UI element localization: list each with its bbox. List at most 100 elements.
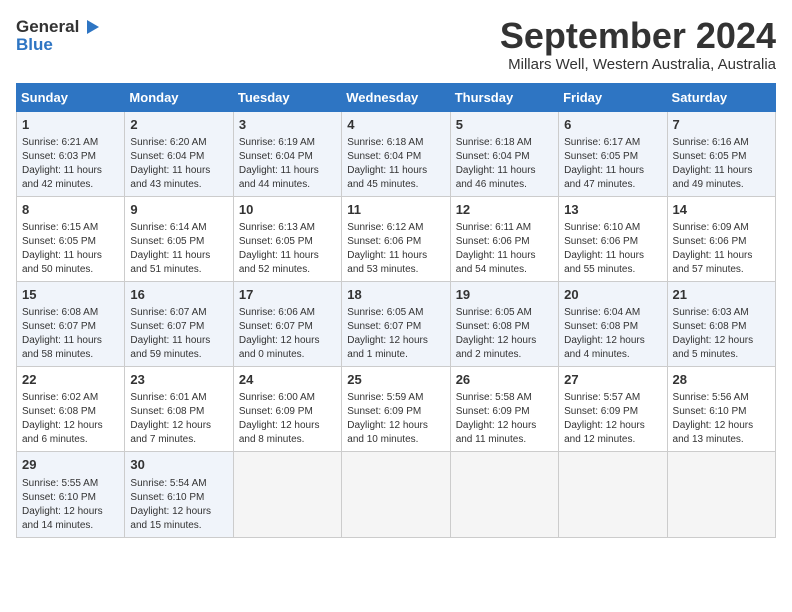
calendar-cell: 20 Sunrise: 6:04 AM Sunset: 6:08 PM Dayl… xyxy=(559,281,667,366)
day-number: 20 xyxy=(564,286,661,304)
day-number: 22 xyxy=(22,371,119,389)
calendar-cell xyxy=(342,452,450,537)
day-sunrise: Sunrise: 6:11 AM xyxy=(456,221,553,235)
day-daylight: Daylight: 12 hours and 1 minute. xyxy=(347,334,444,362)
day-daylight: Daylight: 11 hours and 52 minutes. xyxy=(239,249,336,277)
calendar-cell: 23 Sunrise: 6:01 AM Sunset: 6:08 PM Dayl… xyxy=(125,367,233,452)
day-number: 13 xyxy=(564,201,661,219)
day-number: 21 xyxy=(673,286,770,304)
day-sunrise: Sunrise: 6:07 AM xyxy=(130,306,227,320)
day-sunset: Sunset: 6:10 PM xyxy=(130,491,227,505)
day-sunrise: Sunrise: 6:13 AM xyxy=(239,221,336,235)
day-header-tuesday: Tuesday xyxy=(233,83,341,111)
day-daylight: Daylight: 11 hours and 47 minutes. xyxy=(564,164,661,192)
calendar-cell xyxy=(233,452,341,537)
day-number: 18 xyxy=(347,286,444,304)
day-daylight: Daylight: 12 hours and 12 minutes. xyxy=(564,419,661,447)
day-sunset: Sunset: 6:06 PM xyxy=(564,235,661,249)
day-sunrise: Sunrise: 5:59 AM xyxy=(347,391,444,405)
day-sunrise: Sunrise: 6:17 AM xyxy=(564,136,661,150)
day-sunrise: Sunrise: 6:05 AM xyxy=(456,306,553,320)
calendar-cell: 26 Sunrise: 5:58 AM Sunset: 6:09 PM Dayl… xyxy=(450,367,558,452)
day-daylight: Daylight: 12 hours and 6 minutes. xyxy=(22,419,119,447)
day-daylight: Daylight: 11 hours and 45 minutes. xyxy=(347,164,444,192)
day-sunset: Sunset: 6:06 PM xyxy=(456,235,553,249)
day-number: 27 xyxy=(564,371,661,389)
calendar-cell: 28 Sunrise: 5:56 AM Sunset: 6:10 PM Dayl… xyxy=(667,367,775,452)
calendar-cell xyxy=(559,452,667,537)
calendar-cell: 12 Sunrise: 6:11 AM Sunset: 6:06 PM Dayl… xyxy=(450,196,558,281)
calendar-cell: 21 Sunrise: 6:03 AM Sunset: 6:08 PM Dayl… xyxy=(667,281,775,366)
day-sunrise: Sunrise: 6:12 AM xyxy=(347,221,444,235)
day-sunset: Sunset: 6:03 PM xyxy=(22,150,119,164)
day-sunrise: Sunrise: 6:19 AM xyxy=(239,136,336,150)
page-container: General Blue September 2024 Millars Well… xyxy=(16,16,776,538)
day-sunrise: Sunrise: 6:00 AM xyxy=(239,391,336,405)
day-number: 10 xyxy=(239,201,336,219)
calendar-cell: 22 Sunrise: 6:02 AM Sunset: 6:08 PM Dayl… xyxy=(17,367,125,452)
calendar-cell: 13 Sunrise: 6:10 AM Sunset: 6:06 PM Dayl… xyxy=(559,196,667,281)
day-number: 14 xyxy=(673,201,770,219)
calendar-cell xyxy=(450,452,558,537)
calendar-cell: 2 Sunrise: 6:20 AM Sunset: 6:04 PM Dayli… xyxy=(125,111,233,196)
day-daylight: Daylight: 12 hours and 15 minutes. xyxy=(130,505,227,533)
day-sunset: Sunset: 6:05 PM xyxy=(130,235,227,249)
day-sunset: Sunset: 6:09 PM xyxy=(239,405,336,419)
day-sunset: Sunset: 6:04 PM xyxy=(130,150,227,164)
day-daylight: Daylight: 11 hours and 59 minutes. xyxy=(130,334,227,362)
calendar-cell: 27 Sunrise: 5:57 AM Sunset: 6:09 PM Dayl… xyxy=(559,367,667,452)
day-daylight: Daylight: 11 hours and 53 minutes. xyxy=(347,249,444,277)
calendar-cell: 25 Sunrise: 5:59 AM Sunset: 6:09 PM Dayl… xyxy=(342,367,450,452)
logo-blue: Blue xyxy=(16,36,103,55)
day-number: 12 xyxy=(456,201,553,219)
day-sunrise: Sunrise: 5:57 AM xyxy=(564,391,661,405)
calendar-week-row: 1 Sunrise: 6:21 AM Sunset: 6:03 PM Dayli… xyxy=(17,111,776,196)
day-sunrise: Sunrise: 5:54 AM xyxy=(130,477,227,491)
calendar-table: SundayMondayTuesdayWednesdayThursdayFrid… xyxy=(16,83,776,538)
day-daylight: Daylight: 11 hours and 57 minutes. xyxy=(673,249,770,277)
day-sunrise: Sunrise: 5:58 AM xyxy=(456,391,553,405)
day-sunset: Sunset: 6:04 PM xyxy=(347,150,444,164)
day-sunset: Sunset: 6:09 PM xyxy=(456,405,553,419)
month-title: September 2024 xyxy=(500,16,776,56)
day-number: 29 xyxy=(22,456,119,474)
day-number: 6 xyxy=(564,116,661,134)
calendar-cell: 17 Sunrise: 6:06 AM Sunset: 6:07 PM Dayl… xyxy=(233,281,341,366)
day-sunset: Sunset: 6:09 PM xyxy=(564,405,661,419)
calendar-cell: 7 Sunrise: 6:16 AM Sunset: 6:05 PM Dayli… xyxy=(667,111,775,196)
location-subtitle: Millars Well, Western Australia, Austral… xyxy=(500,56,776,73)
day-daylight: Daylight: 12 hours and 8 minutes. xyxy=(239,419,336,447)
day-daylight: Daylight: 12 hours and 14 minutes. xyxy=(22,505,119,533)
calendar-week-row: 15 Sunrise: 6:08 AM Sunset: 6:07 PM Dayl… xyxy=(17,281,776,366)
calendar-cell: 9 Sunrise: 6:14 AM Sunset: 6:05 PM Dayli… xyxy=(125,196,233,281)
day-sunset: Sunset: 6:08 PM xyxy=(130,405,227,419)
day-sunrise: Sunrise: 6:04 AM xyxy=(564,306,661,320)
day-daylight: Daylight: 12 hours and 7 minutes. xyxy=(130,419,227,447)
day-header-wednesday: Wednesday xyxy=(342,83,450,111)
calendar-cell: 29 Sunrise: 5:55 AM Sunset: 6:10 PM Dayl… xyxy=(17,452,125,537)
calendar-cell xyxy=(667,452,775,537)
day-sunrise: Sunrise: 6:16 AM xyxy=(673,136,770,150)
day-header-monday: Monday xyxy=(125,83,233,111)
day-daylight: Daylight: 12 hours and 11 minutes. xyxy=(456,419,553,447)
day-header-saturday: Saturday xyxy=(667,83,775,111)
day-number: 1 xyxy=(22,116,119,134)
day-number: 2 xyxy=(130,116,227,134)
day-sunset: Sunset: 6:05 PM xyxy=(22,235,119,249)
day-sunset: Sunset: 6:08 PM xyxy=(456,320,553,334)
calendar-cell: 3 Sunrise: 6:19 AM Sunset: 6:04 PM Dayli… xyxy=(233,111,341,196)
day-sunset: Sunset: 6:08 PM xyxy=(673,320,770,334)
day-sunset: Sunset: 6:05 PM xyxy=(239,235,336,249)
calendar-cell: 8 Sunrise: 6:15 AM Sunset: 6:05 PM Dayli… xyxy=(17,196,125,281)
day-daylight: Daylight: 11 hours and 46 minutes. xyxy=(456,164,553,192)
day-daylight: Daylight: 12 hours and 13 minutes. xyxy=(673,419,770,447)
calendar-cell: 24 Sunrise: 6:00 AM Sunset: 6:09 PM Dayl… xyxy=(233,367,341,452)
day-sunrise: Sunrise: 5:55 AM xyxy=(22,477,119,491)
day-number: 17 xyxy=(239,286,336,304)
day-sunset: Sunset: 6:05 PM xyxy=(673,150,770,164)
day-daylight: Daylight: 12 hours and 4 minutes. xyxy=(564,334,661,362)
day-number: 23 xyxy=(130,371,227,389)
day-number: 24 xyxy=(239,371,336,389)
calendar-cell: 14 Sunrise: 6:09 AM Sunset: 6:06 PM Dayl… xyxy=(667,196,775,281)
calendar-cell: 5 Sunrise: 6:18 AM Sunset: 6:04 PM Dayli… xyxy=(450,111,558,196)
